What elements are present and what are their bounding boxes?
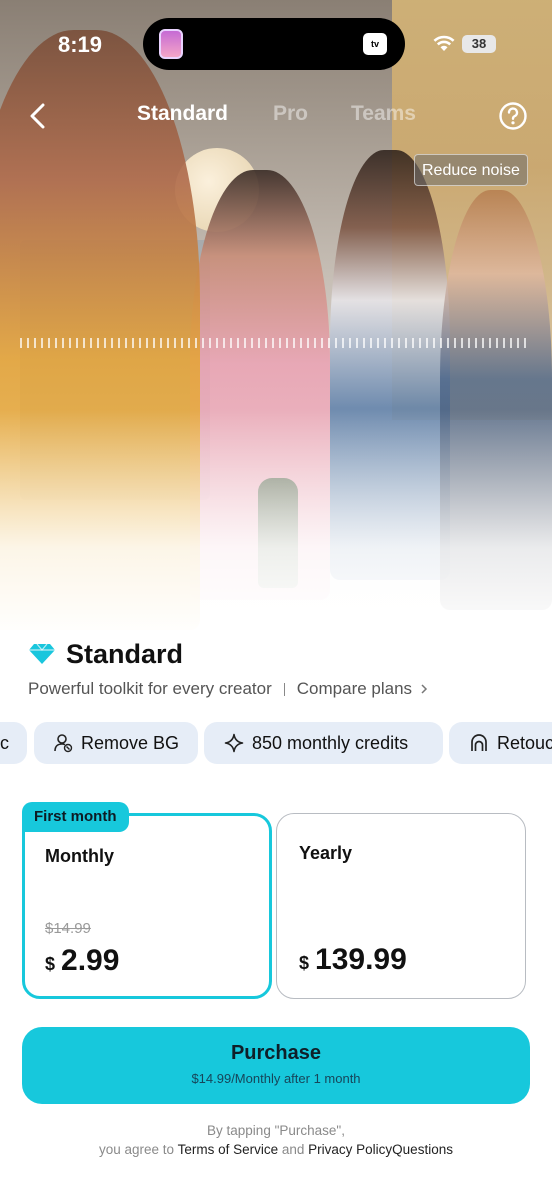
yearly-plan-card[interactable]: Yearly $ 139.99 — [276, 813, 526, 999]
legal-and: and — [278, 1142, 309, 1157]
purchase-button[interactable]: Purchase $14.99/Monthly after 1 month — [22, 1027, 530, 1104]
legal-text: By tapping "Purchase", you agree to Term… — [0, 1121, 552, 1159]
feature-chip-retouch: Retouc — [449, 722, 552, 764]
compare-plans-link[interactable]: Compare plans — [297, 679, 412, 699]
feature-chip-label: 850 monthly credits — [252, 732, 409, 753]
terms-of-service-link[interactable]: Terms of Service — [178, 1142, 279, 1157]
plan-subtitle: Powerful toolkit for every creator — [28, 679, 272, 698]
sparkle-icon — [224, 733, 244, 753]
plan-price: $ 139.99 — [299, 943, 407, 977]
person-remove-icon — [54, 734, 73, 753]
plan-title: Standard — [66, 638, 184, 669]
plan-option-name: Yearly — [299, 843, 353, 863]
feature-chip-label: Retouc — [497, 732, 552, 753]
feature-chip-remove-bg: Remove BG — [34, 722, 198, 764]
hero-fade — [0, 410, 552, 640]
apple-tv-icon: tv — [363, 33, 387, 55]
app-thumbnail-icon — [159, 29, 183, 59]
legal-prefix: you agree to — [99, 1142, 178, 1157]
chevron-right-icon — [421, 684, 428, 694]
tab-pro[interactable]: Pro — [273, 102, 308, 126]
legal-line-1: By tapping "Purchase", — [207, 1123, 345, 1138]
hero-image — [0, 0, 552, 640]
status-bar: 8:19 tv 38 — [0, 0, 552, 90]
tab-teams[interactable]: Teams — [351, 102, 416, 126]
reduce-noise-tag[interactable]: Reduce noise — [414, 154, 528, 186]
price-amount: 139.99 — [315, 943, 407, 976]
feature-chip-partial: c — [0, 722, 27, 764]
diamond-icon — [29, 643, 55, 664]
purchase-label: Purchase — [230, 1042, 322, 1064]
retouch-icon — [471, 734, 487, 751]
monthly-plan-card[interactable]: Monthly $14.99 $ 2.99 — [22, 813, 272, 999]
battery-indicator: 38 — [462, 35, 496, 53]
questions-link[interactable]: Questions — [392, 1142, 453, 1157]
audio-waveform — [20, 338, 530, 348]
plan-header: Standard — [28, 637, 183, 671]
divider — [283, 682, 285, 696]
privacy-policy-link[interactable]: Privacy Policy — [308, 1142, 392, 1157]
status-time: 8:19 — [58, 32, 103, 57]
plan-tabs: Standard Pro Teams — [0, 102, 552, 132]
original-price: $14.99 — [45, 920, 91, 937]
legal-line-2: you agree to Terms of Service and Privac… — [0, 1140, 552, 1159]
wifi-icon — [433, 35, 455, 51]
feature-chip-credits: 850 monthly credits — [204, 722, 443, 764]
feature-chip-label: Remove BG — [81, 732, 180, 753]
feature-chip-label: c — [0, 732, 9, 753]
currency-symbol: $ — [45, 954, 56, 974]
dynamic-island: tv — [143, 18, 405, 70]
tab-standard[interactable]: Standard — [137, 102, 228, 126]
first-month-badge: First month — [22, 802, 129, 832]
plan-price: $ 2.99 — [45, 944, 119, 978]
help-icon[interactable] — [498, 101, 528, 131]
currency-symbol: $ — [299, 953, 310, 973]
feature-chips: c Remove BG 850 monthly credits Retouc — [0, 722, 552, 764]
plan-subtitle-row: Powerful toolkit for every creator Compa… — [28, 679, 431, 699]
price-amount: 2.99 — [61, 944, 120, 977]
purchase-renewal-note: $14.99/Monthly after 1 month — [191, 1071, 361, 1086]
plan-option-name: Monthly — [45, 846, 114, 866]
